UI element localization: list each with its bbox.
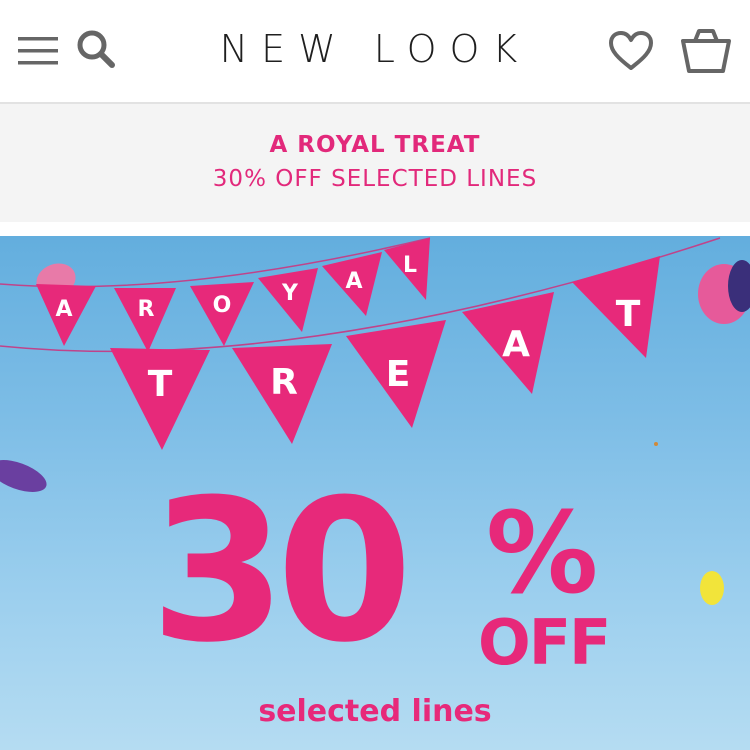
heart-icon[interactable] — [608, 30, 654, 72]
bunting-flag-3: O — [190, 282, 254, 346]
flag-letter: Y — [281, 281, 299, 306]
percent-symbol: % — [486, 489, 599, 619]
balloon-purple — [0, 460, 47, 492]
balloon-yellow — [700, 571, 724, 605]
search-icon[interactable] — [76, 28, 116, 70]
flag-letter: L — [403, 253, 417, 278]
promo-subtitle: 30% OFF SELECTED LINES — [212, 166, 538, 192]
bunting-flag-1: A — [36, 284, 96, 346]
discount-number: 30 — [150, 458, 413, 686]
flag-letter: A — [345, 269, 362, 294]
bag-icon[interactable] — [680, 28, 732, 74]
flag-letter: O — [213, 293, 232, 318]
flag-letter: R — [138, 297, 155, 322]
spacer — [0, 222, 750, 236]
flag-letter: T — [148, 364, 173, 405]
promo-title: A ROYAL TREAT — [269, 132, 481, 158]
flag-letter: R — [270, 362, 298, 403]
bunting-flag-11: T — [572, 256, 660, 358]
flag-letter: A — [55, 297, 72, 322]
confetti-dot — [654, 442, 658, 446]
flag-letter: A — [502, 324, 530, 365]
promo-banner[interactable]: A ROYAL TREAT 30% OFF SELECTED LINES — [0, 104, 750, 222]
bunting-flag-7: T — [110, 348, 210, 450]
bunting-flag-5: A — [322, 252, 382, 316]
bunting-flag-4: Y — [258, 268, 318, 332]
offer-caption: selected lines — [258, 694, 492, 729]
brand-logo[interactable]: NEW LOOK — [180, 26, 570, 72]
bunting-flag-8: R — [232, 344, 332, 444]
flag-letter: T — [616, 294, 641, 335]
bunting-flag-2: R — [114, 288, 176, 352]
site-header: NEW LOOK — [0, 0, 750, 104]
bunting-flag-9: E — [346, 320, 446, 428]
menu-icon[interactable] — [18, 36, 60, 66]
bunting-flag-10: A — [462, 292, 554, 394]
hero-banner[interactable]: A R O Y A L T R E A T 30 % OFF selected … — [0, 236, 750, 750]
off-label: OFF — [478, 606, 611, 679]
flag-letter: E — [386, 354, 411, 395]
